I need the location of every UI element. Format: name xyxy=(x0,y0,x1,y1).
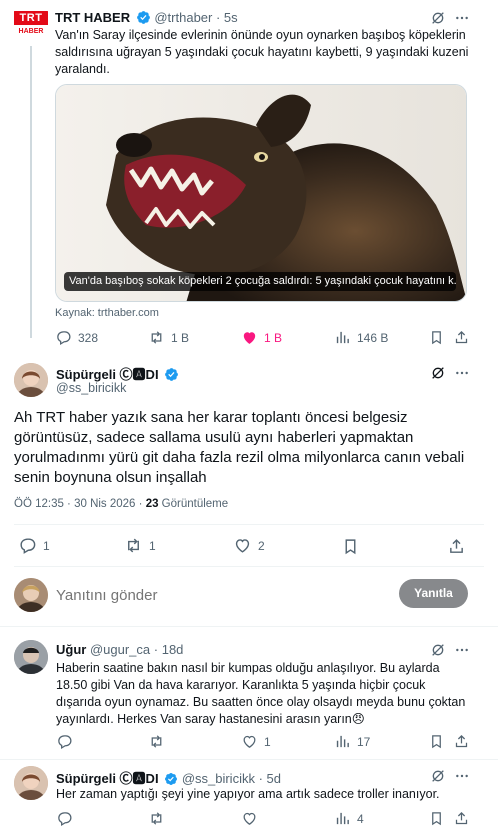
retweet-icon xyxy=(151,735,162,748)
more-options-icon[interactable] xyxy=(452,640,472,660)
heart-icon xyxy=(243,812,256,825)
bookmark-icon[interactable] xyxy=(427,732,445,750)
verified-badge-icon xyxy=(164,772,178,786)
divider xyxy=(14,524,484,525)
more-options-icon[interactable] xyxy=(452,766,472,786)
reply-author-handle[interactable]: @ss_biricikk xyxy=(182,771,255,786)
divider xyxy=(0,759,498,760)
grok-icon[interactable] xyxy=(428,363,448,383)
main-author-handle[interactable]: @ss_biricikk xyxy=(56,381,126,395)
thread-line xyxy=(30,46,32,338)
news-source[interactable]: Kaynak: trthaber.com xyxy=(55,307,159,319)
views-button[interactable]: 17 xyxy=(334,733,370,750)
tweet-text: Van'ın Saray ilçesinde evlerinin önünde … xyxy=(55,28,469,76)
reply-button[interactable] xyxy=(56,733,79,750)
reply-author-name[interactable]: Süpürgeli Ⓒ🅰DI xyxy=(56,771,159,786)
like-button[interactable]: 1 B xyxy=(241,329,282,346)
dog-photo xyxy=(56,85,466,301)
news-card[interactable]: Van'da başıboş sokak köpekleri 2 çocuğa … xyxy=(55,84,467,302)
retweet-button[interactable] xyxy=(148,733,171,750)
post-time[interactable]: · 5s xyxy=(216,10,238,25)
reply-icon xyxy=(58,812,72,827)
reply-icon xyxy=(57,331,71,346)
reply-time[interactable]: · 18d xyxy=(154,642,184,657)
timestamp[interactable]: ÖÖ 12:35 · 30 Nis 2026 · xyxy=(14,498,146,510)
reply-button[interactable]: 1 xyxy=(18,536,50,555)
share-icon[interactable] xyxy=(452,732,470,750)
reply-author-handle[interactable]: @ugur_ca xyxy=(90,642,150,657)
trt-logo-text: TRT xyxy=(19,12,43,24)
like-button[interactable]: 2 xyxy=(233,536,265,555)
trt-haber-avatar[interactable]: TRT HABER xyxy=(14,8,48,42)
news-card-caption[interactable]: Van'da başıboş sokak köpekleri 2 çocuğa … xyxy=(64,272,456,291)
reply-author-avatar[interactable] xyxy=(14,640,48,674)
views-button[interactable]: 4 xyxy=(334,810,364,827)
retweet-button[interactable]: 1 B xyxy=(148,329,189,346)
grok-icon[interactable] xyxy=(428,766,448,786)
reply-icon xyxy=(58,735,72,750)
share-icon[interactable] xyxy=(452,809,470,827)
reply-author-name[interactable]: Uğur xyxy=(56,642,86,657)
reply-button[interactable]: 328 xyxy=(55,329,98,346)
like-button[interactable]: 1 xyxy=(241,733,271,750)
retweet-button[interactable]: 1 xyxy=(124,536,156,555)
current-user-avatar[interactable] xyxy=(14,578,48,612)
divider xyxy=(14,566,484,567)
views-button[interactable]: 146 B xyxy=(334,329,388,346)
retweet-icon xyxy=(128,538,139,553)
views-chart-icon xyxy=(336,812,349,825)
bookmark-icon[interactable] xyxy=(427,809,445,827)
share-icon[interactable] xyxy=(452,328,470,346)
main-tweet-text: Ah TRT haber yazık sana her karar toplan… xyxy=(14,409,465,486)
reply-icon xyxy=(20,538,36,554)
retweet-icon xyxy=(151,812,162,825)
grok-icon[interactable] xyxy=(428,8,448,28)
verified-badge-icon xyxy=(164,367,179,382)
verified-badge-icon xyxy=(136,10,151,25)
main-tweet-meta: ÖÖ 12:35 · 30 Nis 2026 · 23 Görüntüleme xyxy=(14,498,228,510)
author-name[interactable]: TRT HABER xyxy=(55,10,130,25)
more-options-icon[interactable] xyxy=(452,8,472,28)
bookmark-icon[interactable] xyxy=(340,536,360,556)
more-options-icon[interactable] xyxy=(452,363,472,383)
retweet-button[interactable] xyxy=(148,810,171,827)
heart-icon xyxy=(243,735,256,748)
bookmark-icon[interactable] xyxy=(427,328,445,346)
author-handle[interactable]: @trthaber xyxy=(154,10,212,25)
trt-logo-subtext: HABER xyxy=(18,28,44,35)
reply-submit-button[interactable]: Yanıtla xyxy=(399,579,468,608)
grok-icon[interactable] xyxy=(428,640,448,660)
views-chart-icon xyxy=(336,735,349,748)
heart-icon xyxy=(235,539,250,553)
reply-text: Her zaman yaptığı şeyi yine yapıyor ama … xyxy=(56,787,440,801)
reply-author-avatar[interactable] xyxy=(14,766,48,800)
share-icon[interactable] xyxy=(446,536,466,556)
reply-input[interactable] xyxy=(56,582,386,608)
views-label: Görüntüleme xyxy=(158,498,229,510)
reply-time[interactable]: · 5d xyxy=(259,771,281,786)
retweet-icon xyxy=(151,331,162,344)
main-author-name[interactable]: Süpürgeli Ⓒ🅰DI xyxy=(56,367,159,382)
like-button[interactable] xyxy=(241,810,264,827)
reply-text: Haberin saatine bakın nasıl bir kumpas o… xyxy=(56,661,466,726)
divider xyxy=(0,626,498,627)
reply-button[interactable] xyxy=(56,810,79,827)
views-count: 23 xyxy=(145,498,159,510)
main-author-avatar[interactable] xyxy=(14,363,48,397)
heart-filled-icon xyxy=(243,332,256,344)
views-chart-icon xyxy=(336,331,349,344)
